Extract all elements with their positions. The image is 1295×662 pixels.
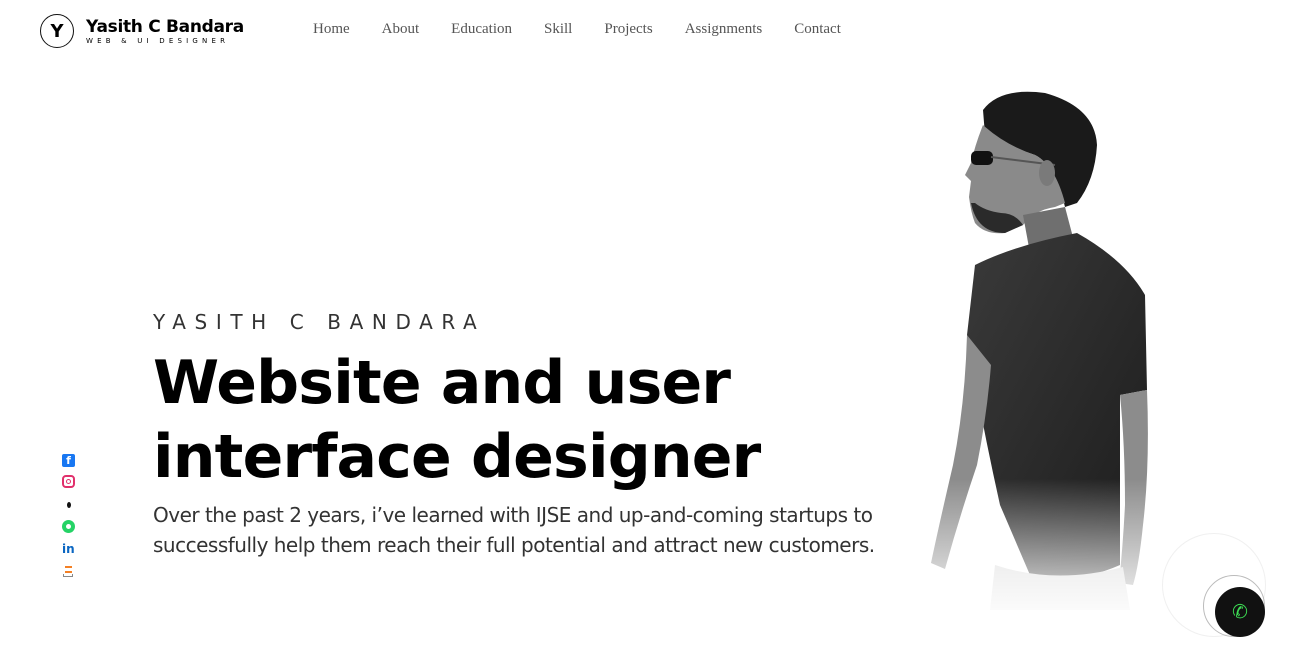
- logo-tagline: WEB & UI DESIGNER: [86, 36, 230, 45]
- phone-icon: ✆: [1215, 587, 1265, 637]
- portrait-photo: [905, 85, 1155, 610]
- hero-eyebrow: YASITH C BANDARA: [153, 310, 486, 334]
- logo-name: Yasith C Bandara: [86, 16, 244, 37]
- whatsapp-icon[interactable]: [62, 520, 75, 533]
- nav-contact[interactable]: Contact: [794, 20, 841, 38]
- nav-about[interactable]: About: [382, 20, 420, 38]
- nav-assignments[interactable]: Assignments: [685, 20, 763, 38]
- hero-title: Website and user interface designer: [153, 348, 761, 492]
- logo-text: Yasith C Bandara WEB & UI DESIGNER: [86, 17, 244, 46]
- call-button[interactable]: ✆: [1203, 575, 1265, 637]
- stackoverflow-icon[interactable]: [62, 565, 75, 578]
- nav-projects[interactable]: Projects: [604, 20, 652, 38]
- linkedin-icon[interactable]: in: [62, 543, 75, 556]
- tiktok-icon[interactable]: [62, 500, 75, 513]
- instagram-icon[interactable]: [62, 475, 75, 488]
- hero-description: Over the past 2 years, i’ve learned with…: [153, 503, 875, 557]
- facebook-icon[interactable]: f: [62, 454, 75, 467]
- nav-home[interactable]: Home: [313, 20, 350, 38]
- logo-mark: Y: [40, 14, 74, 48]
- nav-education[interactable]: Education: [451, 20, 512, 38]
- nav-skill[interactable]: Skill: [544, 20, 572, 38]
- site-logo[interactable]: Y Yasith C Bandara WEB & UI DESIGNER: [40, 14, 244, 48]
- main-nav: Home About Education Skill Projects Assi…: [313, 20, 873, 38]
